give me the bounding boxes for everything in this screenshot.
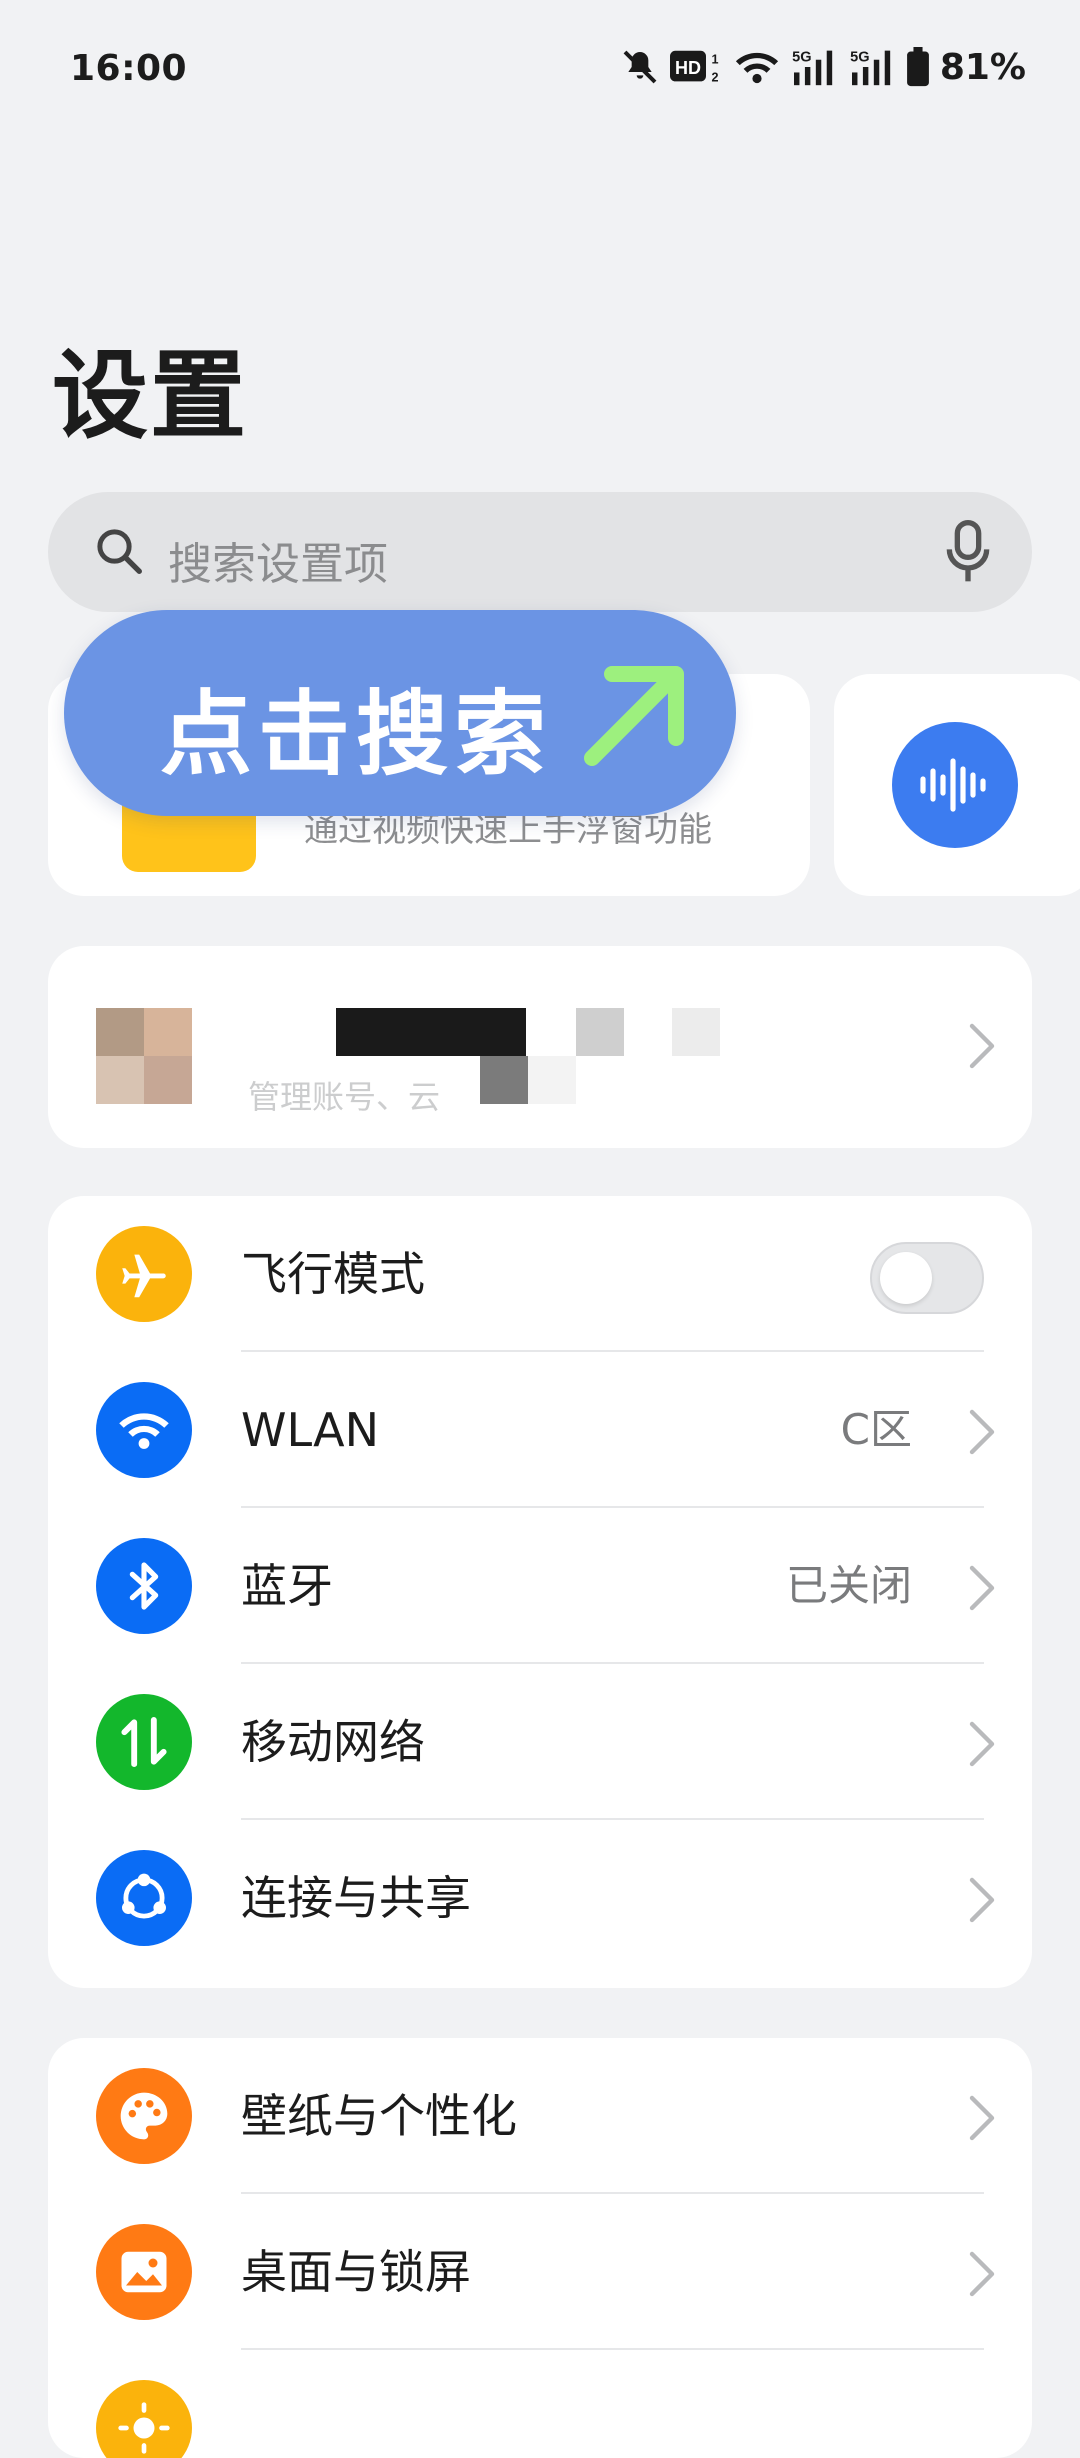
svg-text:2: 2 (711, 70, 718, 84)
picture-icon (96, 2224, 192, 2320)
battery-icon (906, 47, 930, 87)
svg-text:HD: HD (675, 58, 701, 78)
account-subtitle: 管理账号、云 (248, 1078, 441, 1116)
svg-text:5G: 5G (792, 50, 811, 66)
settings-item-value: 已关闭 (785, 1561, 912, 1610)
airplane-icon (96, 1226, 192, 1322)
search-bar[interactable]: 搜索设置项 (48, 492, 1032, 612)
settings-item-value: C区 (840, 1405, 912, 1454)
chevron-right-icon (968, 1720, 996, 1772)
microphone-icon[interactable] (944, 520, 992, 588)
airplane-mode-toggle[interactable] (870, 1242, 984, 1314)
mobile-data-icon (96, 1694, 192, 1790)
search-input[interactable]: 搜索设置项 (168, 528, 388, 592)
status-icons: HD 1 2 5G 5G 81% (620, 44, 1026, 90)
arrow-up-right-icon (576, 654, 692, 774)
bell-muted-icon (620, 47, 660, 87)
chevron-right-icon (968, 1564, 996, 1616)
avatar (96, 1008, 192, 1104)
chevron-right-icon (968, 1408, 996, 1460)
svg-text:5G: 5G (850, 50, 869, 66)
connectivity-group: 飞行模式 WLAN C区 蓝牙 已关闭 移动网络 连接与共享 (48, 1196, 1032, 1988)
overlay-text: 点击搜索 (160, 681, 553, 788)
hd-icon: HD 1 2 (669, 47, 724, 87)
settings-item-connection-sharing[interactable]: 连接与共享 (48, 1820, 1032, 1976)
settings-item-home-lock-screen[interactable]: 桌面与锁屏 (48, 2194, 1032, 2350)
settings-item-airplane-mode[interactable]: 飞行模式 (48, 1196, 1032, 1352)
wifi-icon (96, 1382, 192, 1478)
bluetooth-icon (96, 1538, 192, 1634)
redacted-block (672, 1008, 720, 1056)
settings-item-label: 壁纸与个性化 (241, 2089, 517, 2143)
click-search-overlay[interactable]: 点击搜索 (64, 610, 736, 816)
voice-assistant-card[interactable] (834, 674, 1080, 896)
settings-item-display[interactable] (48, 2350, 1032, 2458)
settings-item-label: 桌面与锁屏 (241, 2245, 471, 2299)
battery-percentage: 81% (939, 46, 1026, 88)
personalization-group: 壁纸与个性化 桌面与锁屏 (48, 2038, 1032, 2458)
chevron-right-icon (968, 2094, 996, 2146)
account-card[interactable]: 管理账号、云 (48, 946, 1032, 1148)
sun-icon (96, 2380, 192, 2458)
share-icon (96, 1850, 192, 1946)
5g-signal-icon: 5G (848, 47, 896, 87)
redacted-block (528, 1056, 576, 1104)
chevron-right-icon (968, 1876, 996, 1928)
status-time: 16:00 (70, 48, 188, 89)
settings-item-label: 蓝牙 (241, 1559, 333, 1613)
settings-item-label: 移动网络 (241, 1715, 425, 1769)
chevron-right-icon (968, 1022, 996, 1074)
5g-signal-icon: 5G (790, 47, 838, 87)
svg-text:1: 1 (711, 52, 718, 66)
settings-item-bluetooth[interactable]: 蓝牙 已关闭 (48, 1508, 1032, 1664)
settings-item-label: 飞行模式 (241, 1247, 425, 1301)
page-title: 设置 (52, 340, 248, 452)
toggle-knob (880, 1252, 932, 1304)
redacted-block (336, 1008, 526, 1056)
settings-item-mobile-network[interactable]: 移动网络 (48, 1664, 1032, 1820)
chevron-right-icon (968, 2250, 996, 2302)
settings-item-label: WLAN (241, 1403, 380, 1457)
settings-item-wlan[interactable]: WLAN C区 (48, 1352, 1032, 1508)
settings-item-label: 连接与共享 (241, 1871, 471, 1925)
redacted-block (480, 1056, 528, 1104)
settings-item-wallpaper[interactable]: 壁纸与个性化 (48, 2038, 1032, 2194)
redacted-block (576, 1008, 624, 1056)
palette-icon (96, 2068, 192, 2164)
search-icon (92, 524, 146, 582)
wifi-icon (734, 47, 780, 87)
status-bar: 16:00 HD 1 2 5G 5G 81% (0, 0, 1080, 140)
voice-wave-icon (892, 722, 1018, 848)
